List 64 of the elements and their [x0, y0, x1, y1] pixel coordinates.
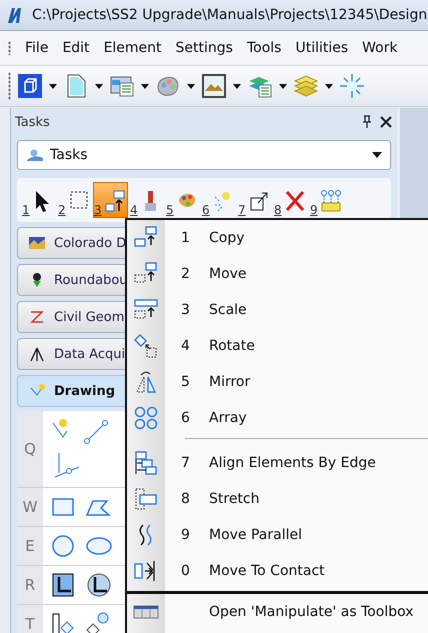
caret-icon[interactable] — [141, 84, 149, 88]
stretch-icon — [133, 486, 159, 512]
caret-icon[interactable] — [325, 84, 333, 88]
tool-button[interactable]: 6 — [201, 182, 236, 218]
menu-item[interactable]: Work — [362, 40, 398, 56]
menu-item[interactable]: Element — [104, 40, 162, 56]
caret-icon[interactable] — [49, 84, 57, 88]
caret-icon[interactable] — [95, 84, 103, 88]
menu-item[interactable]: 3 Scale — [127, 292, 428, 328]
z-line-icon — [28, 309, 46, 325]
window-title: C:\Projects\SS2 Upgrade\Manuals\Projects\12345\Design — [32, 7, 428, 23]
tool-button[interactable]: 7 — [237, 182, 272, 218]
dots-icon — [320, 189, 342, 213]
dropdown-value: Tasks — [50, 147, 89, 163]
caret-icon[interactable] — [233, 84, 241, 88]
tool-button[interactable]: 2 — [57, 182, 92, 218]
caret-icon[interactable] — [187, 84, 195, 88]
shortcut-key: W — [17, 488, 43, 526]
menu-item[interactable]: 9 Move Parallel — [127, 517, 428, 553]
map-icon — [28, 235, 46, 251]
tool-button[interactable]: 3 — [93, 182, 128, 218]
copy-arrow-icon — [104, 189, 126, 213]
menu-item[interactable]: 5 Mirror — [127, 364, 428, 400]
rotate-icon — [133, 333, 159, 359]
menu-item[interactable]: 4 Rotate — [127, 328, 428, 364]
tool-button[interactable]: 1 — [21, 182, 56, 218]
menu-item[interactable]: 7 Align Elements By Edge — [127, 445, 428, 481]
tool-button[interactable]: 4 — [129, 182, 164, 218]
caret-icon[interactable] — [279, 84, 287, 88]
tool-button[interactable]: 5 — [165, 182, 200, 218]
cross-icon — [284, 189, 306, 213]
landscape-icon[interactable] — [201, 73, 227, 99]
tool-button[interactable]: 8 — [273, 182, 308, 218]
menu-item[interactable]: Utilities — [295, 40, 348, 56]
grip-icon — [8, 41, 11, 55]
align-icon — [133, 450, 159, 476]
array-icon — [133, 405, 159, 431]
tasks-icon — [26, 148, 44, 162]
toolbox-icon — [133, 605, 159, 619]
grip-icon — [8, 72, 11, 100]
shortcut-key: Q — [17, 411, 43, 487]
caret-icon[interactable] — [372, 152, 382, 158]
menu-item[interactable]: 6 Array — [127, 400, 428, 436]
panel-title: Tasks — [15, 114, 51, 130]
menu-item[interactable]: Edit — [62, 40, 90, 56]
tripod-icon — [28, 346, 46, 362]
light-icon[interactable] — [339, 73, 365, 99]
menu-item[interactable]: File — [25, 40, 48, 56]
menu-item[interactable]: 2 Move — [127, 256, 428, 292]
tool-button[interactable]: 9 — [309, 182, 344, 218]
pin-icon[interactable] — [361, 115, 373, 129]
shortcut-key: T — [17, 605, 43, 633]
menu-item[interactable]: Open 'Manipulate' as Toolbox — [127, 591, 428, 630]
tasks-dropdown[interactable]: Tasks — [17, 140, 391, 170]
menu-item[interactable]: 0 Move To Contact — [127, 553, 428, 589]
menu-item[interactable]: Tools — [246, 40, 282, 56]
shortcut-key: R — [17, 566, 43, 604]
layers-icon[interactable] — [293, 73, 319, 99]
shortcut-key: E — [17, 527, 43, 565]
menu-item[interactable]: Settings — [176, 40, 233, 56]
menu-item[interactable]: 8 Stretch — [127, 481, 428, 517]
cube-icon[interactable] — [17, 73, 43, 99]
close-icon[interactable] — [379, 115, 393, 129]
menu-item[interactable]: 1 Copy — [127, 220, 428, 256]
